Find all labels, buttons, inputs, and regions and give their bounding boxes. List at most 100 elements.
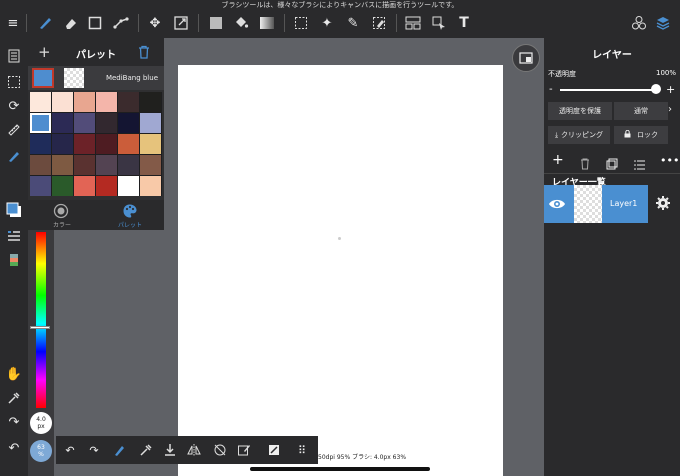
color-panel-icon[interactable] <box>4 200 24 220</box>
palette-swatch[interactable] <box>140 113 161 133</box>
palette-swatch[interactable] <box>118 92 139 112</box>
palette-swatch[interactable] <box>74 113 95 133</box>
palette-swatch[interactable] <box>74 92 95 112</box>
text-tool-icon[interactable]: T <box>455 14 473 32</box>
palette-swatch[interactable] <box>96 92 117 112</box>
palette-swatch[interactable] <box>30 155 51 175</box>
palette-swatch[interactable] <box>96 176 117 196</box>
select-tool-icon[interactable] <box>292 14 310 32</box>
eraser-tool-icon[interactable] <box>62 14 80 32</box>
shape-tool-icon[interactable] <box>86 14 104 32</box>
hue-slider-handle[interactable] <box>30 326 50 329</box>
line-tool-icon[interactable] <box>112 14 130 32</box>
drawing-canvas[interactable] <box>178 65 503 476</box>
palette-swatch[interactable] <box>52 92 73 112</box>
palette-swatch[interactable] <box>52 155 73 175</box>
pen-icon[interactable] <box>4 146 24 166</box>
magic-wand-icon[interactable]: ✦ <box>318 14 336 32</box>
chevron-right-icon[interactable]: › <box>668 104 672 115</box>
redo-icon[interactable]: ↷ <box>4 412 24 432</box>
palette-side-icon[interactable] <box>4 250 24 270</box>
bucket-tool-icon[interactable] <box>232 14 250 32</box>
palette-swatch[interactable] <box>52 134 73 154</box>
trash-icon[interactable] <box>138 44 150 63</box>
palette-swatch[interactable] <box>118 134 139 154</box>
blend-mode-button[interactable]: 通常 <box>614 102 668 120</box>
palette-swatch[interactable] <box>96 155 117 175</box>
select-pen-icon[interactable]: ✎ <box>344 14 362 32</box>
frame-divide-icon[interactable] <box>404 14 422 32</box>
palette-swatch[interactable] <box>30 134 51 154</box>
pen-select-icon[interactable] <box>112 442 128 458</box>
secondary-color-swatch[interactable] <box>64 68 84 88</box>
move-tool-icon[interactable]: ✥ <box>146 14 164 32</box>
palette-swatch[interactable] <box>74 176 95 196</box>
rotate-reset-icon[interactable] <box>212 442 228 458</box>
tab-palette[interactable]: パレット <box>96 200 164 230</box>
lock-button[interactable]: ロック <box>614 126 668 144</box>
hand-icon[interactable]: ✋ <box>4 364 24 384</box>
undo-icon[interactable]: ↶ <box>62 442 78 458</box>
layer-list-icon[interactable] <box>634 155 646 174</box>
ruler-icon[interactable] <box>4 120 24 140</box>
select-eraser-icon[interactable] <box>370 14 388 32</box>
quick-action-icon[interactable] <box>266 442 282 458</box>
hue-slider[interactable] <box>36 232 46 408</box>
palette-swatch[interactable] <box>140 92 161 112</box>
opacity-slider-track[interactable] <box>560 89 656 91</box>
palette-swatch[interactable] <box>30 176 51 196</box>
brush-size-badge[interactable]: 4.0 px <box>30 412 52 434</box>
opacity-plus[interactable]: + <box>666 83 675 96</box>
save-download-icon[interactable] <box>162 442 178 458</box>
tab-color[interactable]: カラー <box>28 200 96 230</box>
grid-handle-icon[interactable]: ⠿ <box>294 442 310 458</box>
clipping-button[interactable]: ⤓ クリッピング <box>548 126 610 144</box>
eyedropper-icon[interactable] <box>4 388 24 408</box>
eye-icon[interactable] <box>548 196 566 215</box>
palette-swatch[interactable] <box>74 134 95 154</box>
navigator-button[interactable] <box>512 44 540 72</box>
palette-swatch[interactable] <box>96 134 117 154</box>
palette-swatch[interactable] <box>118 113 139 133</box>
materials-icon[interactable] <box>630 14 648 32</box>
protect-alpha-button[interactable]: 透明度を保護 <box>548 102 612 120</box>
brush-list-icon[interactable] <box>4 226 24 246</box>
transform-tool-icon[interactable] <box>172 14 190 32</box>
palette-swatch[interactable] <box>118 155 139 175</box>
brush-tool-icon[interactable] <box>36 14 54 32</box>
rotate-icon[interactable]: ⟳ <box>4 96 24 116</box>
fill-color-icon[interactable] <box>207 14 225 32</box>
layer-settings-icon[interactable] <box>655 195 671 215</box>
palette-swatch[interactable] <box>140 134 161 154</box>
palette-swatch[interactable] <box>52 113 73 133</box>
operation-tool-icon[interactable] <box>430 14 448 32</box>
palette-swatch[interactable] <box>140 176 161 196</box>
palette-swatch[interactable] <box>52 176 73 196</box>
brush-opacity-badge[interactable]: 63 % <box>30 440 52 462</box>
palette-swatch[interactable] <box>140 155 161 175</box>
opacity-slider-handle[interactable] <box>651 84 661 94</box>
palette-swatch[interactable] <box>74 155 95 175</box>
primary-color-swatch[interactable] <box>32 68 54 88</box>
palette-swatch[interactable] <box>96 113 117 133</box>
file-icon[interactable] <box>4 46 24 66</box>
undo-icon[interactable]: ↶ <box>4 438 24 458</box>
duplicate-layer-icon[interactable] <box>606 155 618 174</box>
redo-icon[interactable]: ↷ <box>86 442 102 458</box>
layer-row[interactable]: Layer1 <box>544 185 648 223</box>
selection-icon[interactable] <box>4 72 24 92</box>
opacity-minus[interactable]: - <box>549 84 553 95</box>
add-layer-icon[interactable]: + <box>552 152 564 168</box>
flip-horizontal-icon[interactable] <box>186 442 202 458</box>
palette-swatch[interactable] <box>30 113 51 133</box>
more-icon[interactable]: ••• <box>660 154 679 167</box>
menu-icon[interactable]: ≡ <box>4 14 22 32</box>
delete-layer-icon[interactable] <box>580 155 590 174</box>
palette-swatch[interactable] <box>30 92 51 112</box>
palette-swatch[interactable] <box>118 176 139 196</box>
edit-layer-icon[interactable] <box>236 442 252 458</box>
palette-tabs: カラー パレット <box>28 200 164 230</box>
layers-icon[interactable] <box>654 14 672 32</box>
eyedropper-icon[interactable] <box>138 442 154 458</box>
gradient-tool-icon[interactable] <box>258 14 276 32</box>
